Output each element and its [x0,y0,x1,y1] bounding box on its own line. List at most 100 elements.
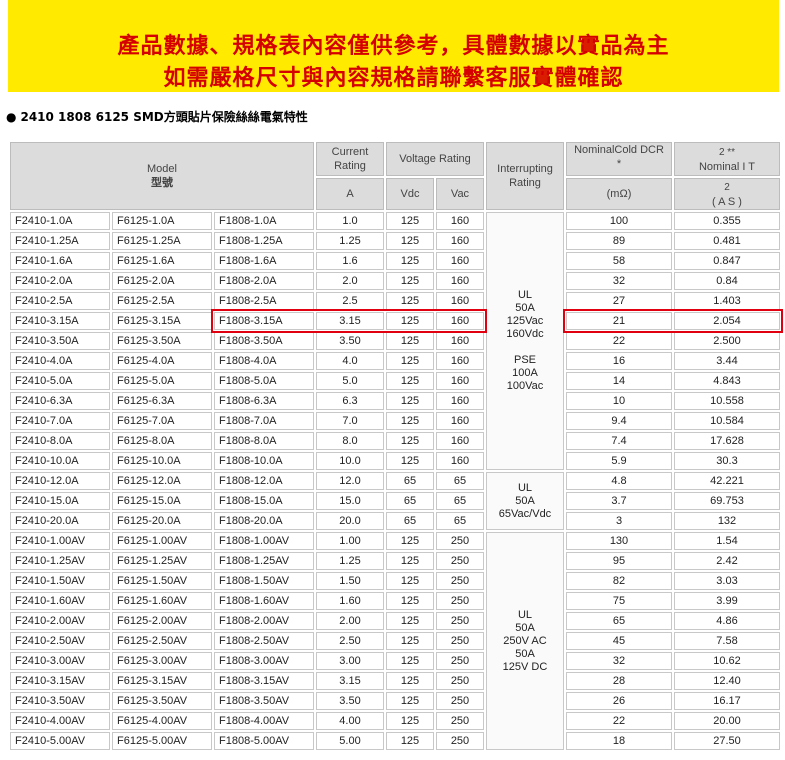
i2t-cell: 20.00 [674,712,780,730]
vac-cell: 160 [436,452,484,470]
i2t-cell: 3.44 [674,352,780,370]
vac-cell: 160 [436,312,484,330]
current-cell: 1.25 [316,552,384,570]
model-2410-cell: F2410-12.0A [10,472,110,490]
table-row: F2410-1.25A F6125-1.25A F1808-1.25A 1.25 125… [10,232,780,250]
model-2410-cell: F2410-20.0A [10,512,110,530]
table-row: F2410-5.00AV F6125-5.00AV F1808-5.00AV 5.00… [10,732,780,750]
table-row: F2410-3.50A F6125-3.50A F1808-3.50A 3.50 125… [10,332,780,350]
table-row: F2410-4.00AV F6125-4.00AV F1808-4.00AV 4.00… [10,712,780,730]
i2t-cell: 42.221 [674,472,780,490]
vdc-cell: 125 [386,672,434,690]
model-6125-cell: F6125-12.0A [112,472,212,490]
current-cell: 4.00 [316,712,384,730]
dcr-cell: 22 [566,332,672,350]
vdc-cell: 125 [386,572,434,590]
vdc-cell: 125 [386,652,434,670]
table-row: F2410-3.50AV F6125-3.50AV F1808-3.50AV 3.50… [10,692,780,710]
model-2410-cell: F2410-1.50AV [10,572,110,590]
current-cell: 1.50 [316,572,384,590]
vac-cell: 160 [436,232,484,250]
model-1808-cell: F1808-15.0A [214,492,314,510]
dcr-cell: 3.7 [566,492,672,510]
vdc-cell: 125 [386,452,434,470]
i2t-cell: 3.99 [674,592,780,610]
i2t-cell: 30.3 [674,452,780,470]
model-1808-cell: F1808-5.0A [214,372,314,390]
bullet-icon: ● [6,110,17,124]
model-2410-cell: F2410-1.60AV [10,592,110,610]
model-2410-cell: F2410-3.00AV [10,652,110,670]
model-6125-cell: F6125-7.0A [112,412,212,430]
model-2410-cell: F2410-2.00AV [10,612,110,630]
current-cell: 20.0 [316,512,384,530]
i2t-cell: 12.40 [674,672,780,690]
model-6125-cell: F6125-2.00AV [112,612,212,630]
current-cell: 1.60 [316,592,384,610]
i2t-cell: 0.355 [674,212,780,230]
model-1808-cell: F1808-4.0A [214,352,314,370]
table-row: F2410-2.5A F6125-2.5A F1808-2.5A 2.5 125 160 2… [10,292,780,310]
dcr-cell: 32 [566,652,672,670]
current-cell: 1.6 [316,252,384,270]
table-row: F2410-10.0A F6125-10.0A F1808-10.0A 10.0 125… [10,452,780,470]
vdc-cell: 125 [386,712,434,730]
dcr-cell: 58 [566,252,672,270]
model-1808-cell: F1808-6.3A [214,392,314,410]
dcr-cell: 130 [566,532,672,550]
model-2410-cell: F2410-1.25A [10,232,110,250]
model-6125-cell: F6125-1.25A [112,232,212,250]
dcr-cell: 65 [566,612,672,630]
vdc-cell: 125 [386,412,434,430]
interrupting-rating-cell: UL 50A 125Vac 160Vdc PSE 100A 100Vac [486,212,564,470]
model-1808-cell: F1808-1.25A [214,232,314,250]
vac-cell: 160 [436,252,484,270]
vac-cell: 160 [436,432,484,450]
vdc-cell: 65 [386,472,434,490]
model-2410-cell: F2410-3.15AV [10,672,110,690]
table-row: F2410-3.15AV F6125-3.15AV F1808-3.15AV 3.15… [10,672,780,690]
vac-cell: 250 [436,632,484,650]
vac-cell: 250 [436,532,484,550]
i2t-cell: 2.500 [674,332,780,350]
model-1808-cell: F1808-5.00AV [214,732,314,750]
vdc-cell: 125 [386,212,434,230]
table-row: F2410-20.0A F6125-20.0A F1808-20.0A 20.0 65 6… [10,512,780,530]
vdc-cell: 125 [386,632,434,650]
vdc-cell: 125 [386,432,434,450]
model-2410-cell: F2410-2.0A [10,272,110,290]
dcr-cell: 21 [566,312,672,330]
model-2410-cell: F2410-2.50AV [10,632,110,650]
model-2410-cell: F2410-1.00AV [10,532,110,550]
model-6125-cell: F6125-6.3A [112,392,212,410]
model-6125-cell: F6125-4.0A [112,352,212,370]
current-cell: 3.50 [316,692,384,710]
model-1808-cell: F1808-7.0A [214,412,314,430]
section-title-text: 2410 1808 6125 SMD方頭貼片保險絲絲電氣特性 [20,110,308,124]
dcr-cell: 82 [566,572,672,590]
dcr-cell: 7.4 [566,432,672,450]
unit-i2t-label: ( A S ) [712,195,742,208]
model-1808-cell: F1808-1.6A [214,252,314,270]
current-cell: 3.00 [316,652,384,670]
dcr-cell: 89 [566,232,672,250]
table-row: F2410-3.15A F6125-3.15A F1808-3.15A 3.15 125… [10,312,780,330]
table-row: F2410-1.60AV F6125-1.60AV F1808-1.60AV 1.60… [10,592,780,610]
model-header-en: Model [147,163,177,175]
interrupting-rating-header: Interrupting Rating [486,142,564,210]
vdc-cell: 65 [386,492,434,510]
model-1808-cell: F1808-12.0A [214,472,314,490]
model-2410-cell: F2410-15.0A [10,492,110,510]
current-cell: 3.15 [316,312,384,330]
model-6125-cell: F6125-2.50AV [112,632,212,650]
nominal-i2t-label: Nominal I T [698,160,756,173]
vac-cell: 250 [436,572,484,590]
unit-vdc: Vdc [386,178,434,210]
model-6125-cell: F6125-1.60AV [112,592,212,610]
dcr-cell: 75 [566,592,672,610]
current-cell: 2.50 [316,632,384,650]
unit-vac: Vac [436,178,484,210]
dcr-cell: 95 [566,552,672,570]
table-row: F2410-6.3A F6125-6.3A F1808-6.3A 6.3 125 160 1… [10,392,780,410]
current-cell: 2.00 [316,612,384,630]
